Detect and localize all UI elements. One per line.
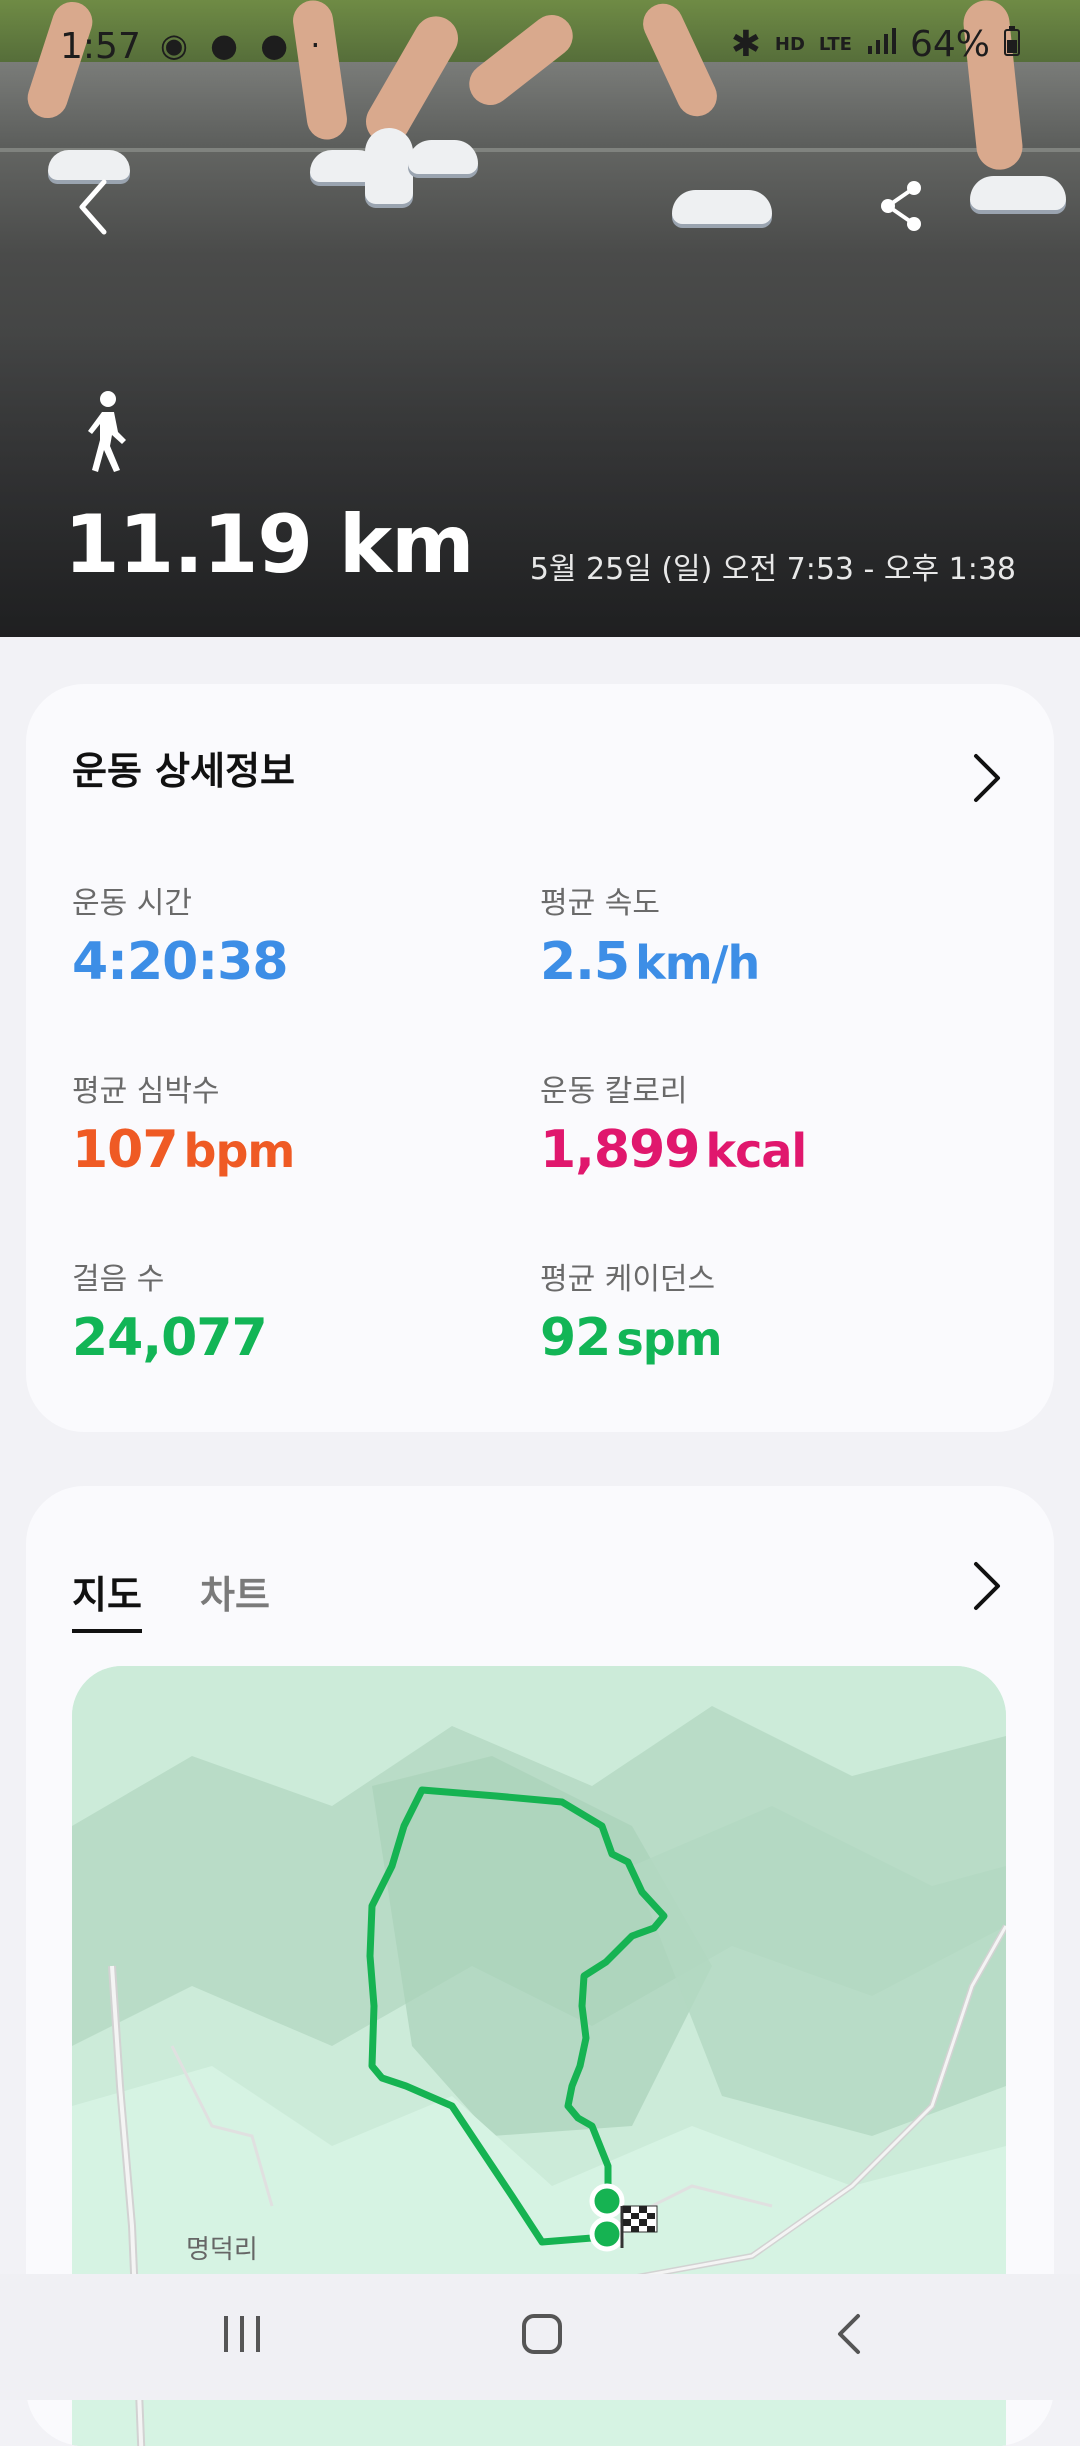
runner-shoe: [365, 128, 413, 204]
metric-value: 4:20:38: [72, 932, 512, 992]
road-stripe: [0, 148, 1080, 152]
chevron-right-icon[interactable]: [970, 750, 1004, 806]
metric-value: 24,077: [72, 1308, 512, 1368]
workout-details-card[interactable]: 운동 상세정보 운동 시간 4:20:38 평균 속도 2.5 km/h 평균 심…: [26, 684, 1054, 1432]
metric-value: 1,899 kcal: [540, 1120, 980, 1180]
lte-icon: LTE: [818, 33, 852, 55]
metric-label: 평균 심박수: [72, 1074, 220, 1109]
share-icon: [881, 181, 921, 231]
metric-number: 2.5: [540, 932, 630, 992]
metric-steps: 걸음 수 24,077: [72, 1254, 512, 1368]
tab-map[interactable]: 지도: [72, 1564, 142, 1633]
metric-number: 24,077: [72, 1308, 268, 1368]
chevron-left-icon: [79, 179, 107, 235]
metric-unit: bpm: [183, 1124, 296, 1178]
recent-apps-icon[interactable]: [220, 2312, 264, 2356]
system-nav-bar: [0, 2274, 1080, 2400]
battery-icon: [1004, 24, 1020, 65]
metric-avg-speed: 평균 속도 2.5 km/h: [540, 878, 980, 992]
hero-banner: 1:57 ◉ ● ● · ✱ HD LTE 64% 11.19 km 5월 25…: [0, 0, 1080, 637]
details-title: 운동 상세정보: [72, 749, 295, 793]
metric-label: 운동 칼로리: [540, 1074, 688, 1109]
metric-unit: spm: [616, 1312, 722, 1366]
metric-label: 걸음 수: [72, 1262, 165, 1297]
metric-label: 운동 시간: [72, 886, 192, 921]
runner-shoe: [672, 190, 772, 224]
walking-icon: [80, 390, 136, 474]
battery-text: 64%: [909, 24, 990, 65]
workout-datetime: 5월 25일 (일) 오전 7:53 - 오후 1:38: [529, 552, 1016, 587]
share-button[interactable]: [876, 178, 926, 234]
metric-unit: kcal: [705, 1124, 807, 1178]
metric-number: 4:20:38: [72, 932, 288, 992]
back-button[interactable]: [66, 172, 120, 242]
status-bar: 1:57 ◉ ● ● · ✱ HD LTE 64%: [0, 0, 1080, 96]
bluetooth-icon: ✱: [730, 24, 761, 65]
signal-icon: [866, 24, 896, 65]
metric-value: 107 bpm: [72, 1120, 512, 1180]
status-time: 1:57: [60, 26, 141, 67]
metric-unit: km/h: [635, 936, 760, 990]
tab-chart[interactable]: 차트: [200, 1564, 270, 1619]
metric-label: 평균 속도: [540, 886, 660, 921]
metric-number: 1,899: [540, 1120, 700, 1180]
distance-value: 11.19 km: [64, 498, 474, 591]
home-icon[interactable]: [520, 2312, 564, 2356]
metric-number: 92: [540, 1308, 611, 1368]
runner-shoe: [970, 176, 1066, 210]
status-right: ✱ HD LTE 64%: [731, 24, 1020, 65]
nav-back-icon[interactable]: [828, 2312, 872, 2356]
metric-label: 평균 케이던스: [540, 1262, 716, 1297]
notification-icons: ◉ ● ● ·: [160, 26, 327, 64]
metric-exercise-time: 운동 시간 4:20:38: [72, 878, 512, 992]
metric-value: 92 spm: [540, 1308, 980, 1368]
hd-voice-icon: HD: [774, 33, 805, 55]
metric-calories: 운동 칼로리 1,899 kcal: [540, 1066, 980, 1180]
metric-avg-cadence: 평균 케이던스 92 spm: [540, 1254, 980, 1368]
chevron-right-icon[interactable]: [970, 1558, 1004, 1614]
place-label: 명덕리: [186, 2235, 258, 2265]
runner-shoe: [408, 140, 478, 174]
metric-avg-heart-rate: 평균 심박수 107 bpm: [72, 1066, 512, 1180]
metric-number: 107: [72, 1120, 179, 1180]
metric-value: 2.5 km/h: [540, 932, 980, 992]
